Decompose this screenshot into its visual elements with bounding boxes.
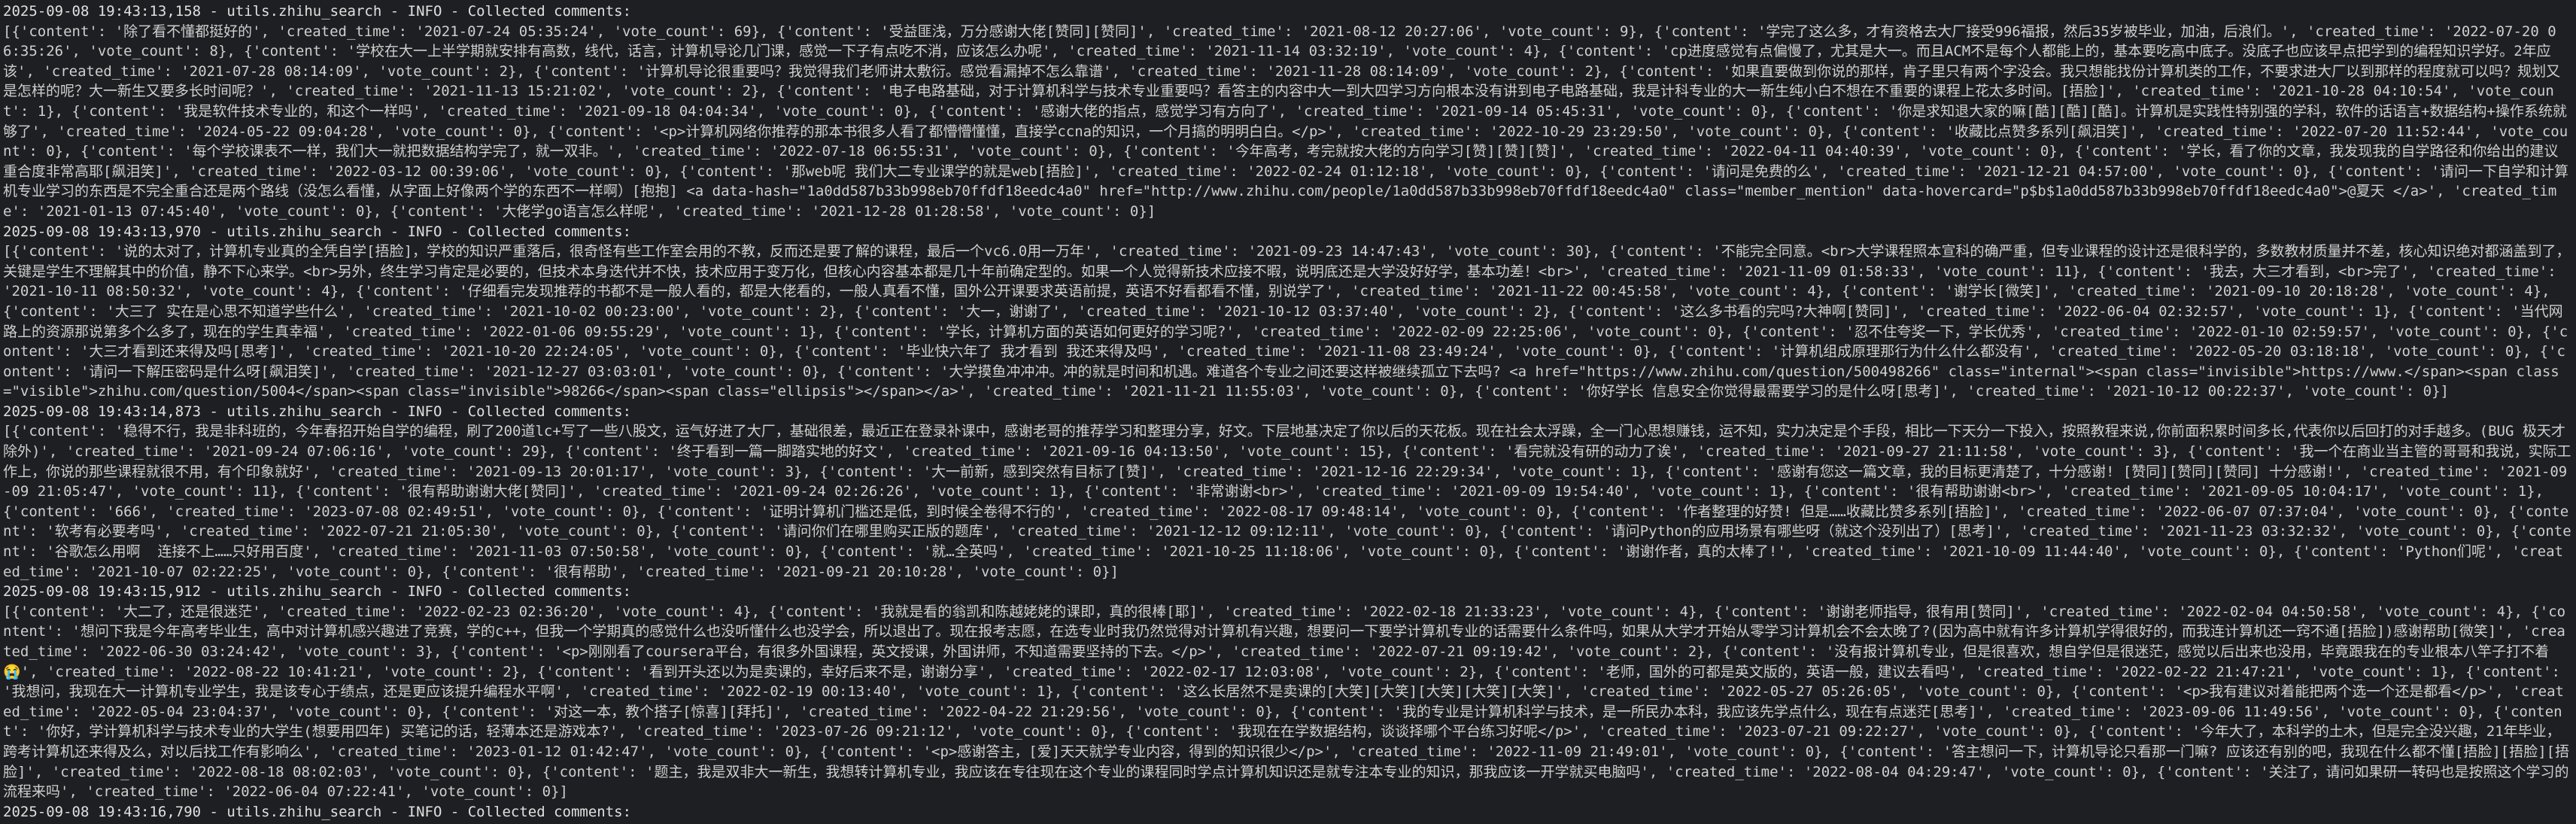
comments-dump: [{'content': '大二了，还是很迷茫', 'created_time'… bbox=[3, 603, 2570, 801]
comments-dump: [{'content': '除了看不懂都挺好的', 'created_time'… bbox=[3, 23, 2568, 220]
comments-dump: [{'content': '说的太对了，计算机专业真的全凭自学[捂脸]，学校的知… bbox=[3, 243, 2571, 400]
comments-dump: [{'content': '稳得不行，我是非科班的，今年春招开始自学的编程，刷了… bbox=[3, 423, 2571, 580]
log-line: 2025-09-08 19:43:15,912 - utils.zhihu_se… bbox=[3, 583, 632, 601]
log-line: 2025-09-08 19:43:13,970 - utils.zhihu_se… bbox=[3, 223, 632, 240]
terminal-output[interactable]: 2025-09-08 19:43:13,158 - utils.zhihu_se… bbox=[0, 0, 2576, 824]
log-line: 2025-09-08 19:43:14,873 - utils.zhihu_se… bbox=[3, 403, 632, 420]
log-line: 2025-09-08 19:43:13,158 - utils.zhihu_se… bbox=[3, 3, 632, 20]
log-line: 2025-09-08 19:43:16,790 - utils.zhihu_se… bbox=[3, 803, 632, 820]
